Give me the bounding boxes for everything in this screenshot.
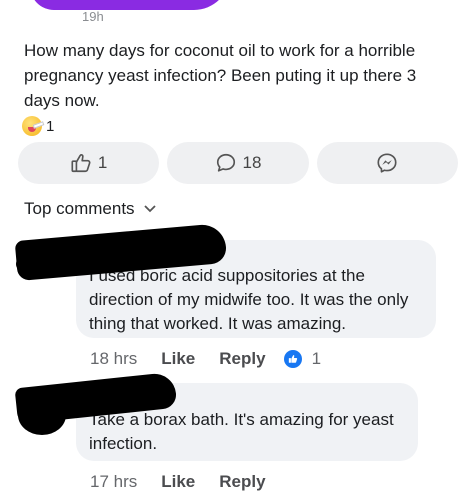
chevron-down-icon [143,205,156,213]
thumbs-up-icon [71,154,91,173]
comment-like-button[interactable]: Like [161,472,195,492]
comment-timestamp[interactable]: 17 hrs [90,472,137,492]
comment-button[interactable]: 18 [167,142,309,184]
comment-meta: 17 hrs Like Reply [90,472,290,492]
like-reaction-badge-icon [283,350,302,368]
comment-text: I used boric acid suppositories at the d… [89,266,409,333]
post-text: How many days for coconut oil to work fo… [24,41,417,110]
post-timestamp[interactable]: 19h [82,9,104,24]
messenger-share-button[interactable] [316,142,458,184]
redacted-header-blob [30,0,230,10]
sick-face-emoji-icon [22,116,42,136]
comment-timestamp[interactable]: 18 hrs [90,349,137,369]
post-reaction-count: 1 [46,117,55,135]
like-count: 1 [97,153,108,172]
comment-bubble-icon [216,153,235,172]
comment-reply-button[interactable]: Reply [219,349,265,369]
comment-like-button[interactable]: Like [161,349,195,369]
comment-reply-button[interactable]: Reply [219,472,265,492]
post-action-bar: 1 18 [18,142,458,184]
facebook-post-screen: 19h How many days for coconut oil to wor… [0,0,474,497]
redacted-avatar [16,250,66,278]
redacted-avatar [18,395,66,435]
comment-sort-dropdown[interactable]: Top comments [24,199,157,219]
comment-text: Take a borax bath. It's amazing for yeas… [89,410,394,453]
comment-sort-label: Top comments [24,199,135,218]
comment-meta: 18 hrs Like Reply 1 [90,349,321,369]
comment-count: 18 [242,153,262,172]
comment-reaction-count[interactable]: 1 [312,349,321,369]
messenger-icon [377,153,397,173]
post-reactions[interactable]: 1 [22,116,54,136]
like-button[interactable]: 1 [18,142,160,184]
